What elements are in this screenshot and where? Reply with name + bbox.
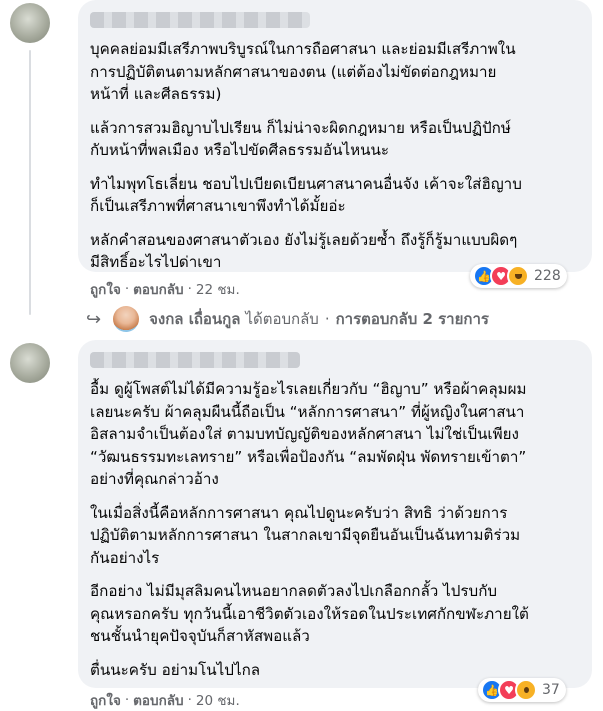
reaction-count: 228	[534, 268, 561, 284]
timestamp[interactable]: 20 ชม.	[196, 689, 240, 711]
comment-text: อีกอย่าง ไม่มีมุสลิมคนไหนอยากลดตัวลงไปเก…	[90, 582, 529, 645]
like-link[interactable]: ถูกใจ	[90, 689, 121, 711]
reply-link[interactable]: ตอบกลับ	[133, 278, 183, 300]
thread-line	[29, 50, 31, 315]
like-link[interactable]: ถูกใจ	[90, 278, 121, 300]
reply-arrow-icon: ↪	[86, 308, 102, 330]
comment-bubble: บุคคลย่อมมีเสรีภาพบริบูรณ์ในการถือศาสนา …	[78, 0, 592, 272]
author-name-redacted[interactable]	[90, 352, 300, 368]
replier-name: จงกล เถื่อนกูล	[149, 310, 241, 328]
haha-reaction-icon	[507, 265, 529, 287]
comment-actions: ถูกใจ · ตอบกลับ · 20 ชม.	[90, 689, 240, 711]
reaction-count: 37	[542, 682, 560, 698]
avatar[interactable]	[10, 3, 50, 43]
avatar[interactable]	[10, 343, 50, 383]
comment-bubble: อื้ม ดูผู้โพสต์ไม่ได้มีความรู้อะไรเลยเกี…	[78, 340, 592, 688]
wow-reaction-icon	[515, 679, 537, 701]
timestamp[interactable]: 22 ชม.	[196, 278, 240, 300]
comment-actions: ถูกใจ · ตอบกลับ · 22 ชม.	[90, 278, 240, 300]
reply-count: การตอบกลับ 2 รายการ	[335, 310, 489, 328]
reaction-summary[interactable]: 👍 ♥ 228	[470, 264, 567, 288]
comment-text: ในเมื่อสิ่งนี้คือหลักการศาสนา คุณไปดูนะค…	[90, 503, 521, 567]
reaction-summary[interactable]: 👍 ♥ 37	[478, 678, 566, 702]
comment-text: บุคคลย่อมมีเสรีภาพบริบูรณ์ในการถือศาสนา …	[90, 40, 516, 103]
replies-summary[interactable]: ↪ จงกล เถื่อนกูล ได้ตอบกลับ · การตอบกลับ…	[86, 306, 489, 332]
author-name-redacted[interactable]	[90, 12, 310, 28]
reply-action: ได้ตอบกลับ	[245, 310, 319, 328]
comment-text: แล้วการสวมฮิญาบไปเรียน ก็ไม่น่าจะผิดกฎหม…	[90, 118, 511, 160]
replier-avatar	[113, 306, 140, 332]
comment-text: อื้ม ดูผู้โพสต์ไม่ได้มีความรู้อะไรเลยเกี…	[90, 380, 527, 488]
comment-text: ทำไมพุทโธเลี่ยน ชอบไปเบียดเบียนศาสนาคนอื…	[90, 174, 522, 216]
reply-link[interactable]: ตอบกลับ	[133, 689, 183, 711]
